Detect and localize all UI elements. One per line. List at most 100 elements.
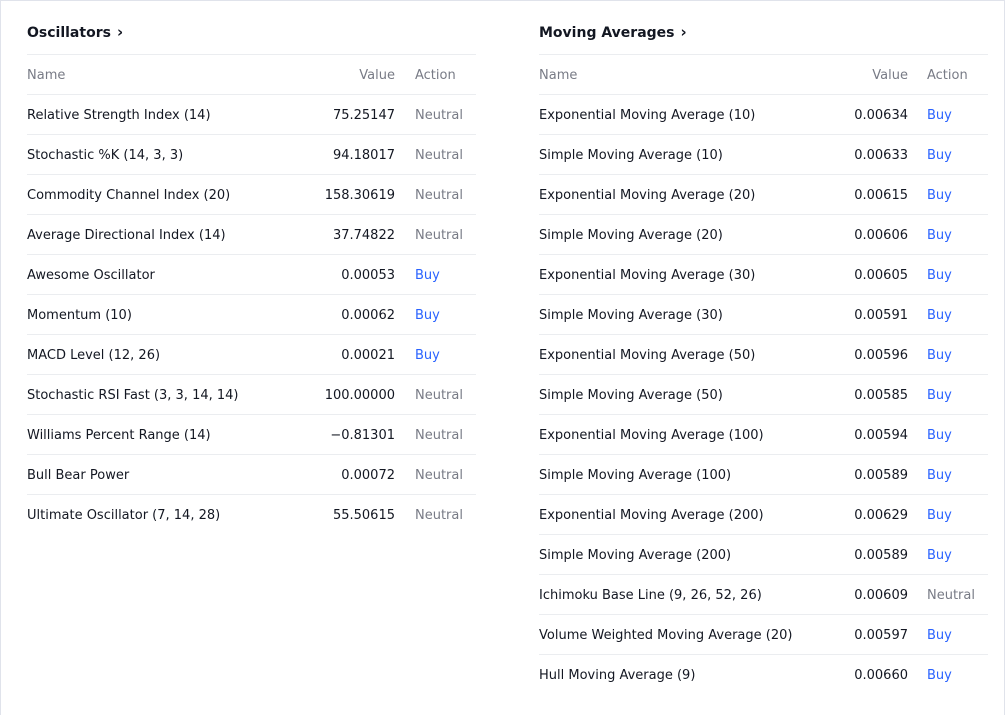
table-row: Average Directional Index (14) 37.74822 Ne…	[27, 215, 476, 255]
table-row: Simple Moving Average (100) 0.00589 Buy	[539, 455, 988, 495]
chevron-right-icon: ›	[680, 23, 687, 41]
indicator-action: Buy	[927, 628, 952, 643]
table-row: Stochastic RSI Fast (3, 3, 14, 14) 100.00…	[27, 375, 476, 415]
table-row: Exponential Moving Average (200) 0.00629 B…	[539, 495, 988, 535]
indicator-action: Buy	[927, 508, 952, 523]
indicator-action: Buy	[927, 308, 952, 323]
indicator-name: Simple Moving Average (10)	[539, 148, 723, 163]
indicator-name: MACD Level (12, 26)	[27, 348, 161, 363]
indicator-value: 158.30619	[324, 188, 395, 203]
table-row: Simple Moving Average (200) 0.00589 Buy	[539, 535, 988, 575]
moving-averages-table-header: Name Value Action	[539, 55, 988, 95]
table-row: Awesome Oscillator 0.00053 Buy	[27, 255, 476, 295]
indicator-action: Neutral	[415, 388, 463, 403]
indicator-value: −0.81301	[330, 428, 395, 443]
indicator-value: 0.00594	[854, 428, 908, 443]
indicator-value: 0.00634	[854, 108, 908, 123]
indicator-name: Exponential Moving Average (100)	[539, 428, 764, 443]
indicator-action: Neutral	[415, 148, 463, 163]
indicator-action: Buy	[927, 268, 952, 283]
indicator-value: 0.00589	[854, 548, 908, 563]
table-row: Williams Percent Range (14) −0.81301 Neutr…	[27, 415, 476, 455]
indicator-name: Ultimate Oscillator (7, 14, 28)	[27, 508, 221, 523]
indicator-action: Neutral	[415, 468, 463, 483]
indicator-name: Ichimoku Base Line (9, 26, 52, 26)	[539, 588, 762, 603]
indicator-action: Neutral	[415, 228, 463, 243]
indicator-action: Buy	[927, 188, 952, 203]
indicator-action: Buy	[927, 548, 952, 563]
table-row: Exponential Moving Average (30) 0.00605 Bu…	[539, 255, 988, 295]
indicator-action: Buy	[927, 428, 952, 443]
indicator-value: 0.00615	[854, 188, 908, 203]
column-header-action: Action	[415, 68, 456, 83]
indicator-value: 0.00609	[854, 588, 908, 603]
table-row: Ultimate Oscillator (7, 14, 28) 55.50615 N…	[27, 495, 476, 535]
indicator-name: Exponential Moving Average (30)	[539, 268, 756, 283]
indicator-name: Exponential Moving Average (200)	[539, 508, 764, 523]
indicator-action: Neutral	[927, 588, 975, 603]
column-header-value: Value	[359, 68, 395, 83]
indicator-name: Relative Strength Index (14)	[27, 108, 211, 123]
moving-averages-table-body: Exponential Moving Average (10) 0.00634 Bu…	[539, 95, 988, 695]
indicator-value: 55.50615	[332, 508, 395, 523]
chevron-right-icon: ›	[116, 23, 124, 41]
indicator-action: Neutral	[415, 188, 463, 203]
indicator-action: Buy	[927, 108, 952, 123]
indicator-action: Buy	[415, 348, 440, 363]
table-row: Exponential Moving Average (100) 0.00594 B…	[539, 415, 988, 455]
indicator-action: Neutral	[415, 108, 463, 123]
indicator-value: 0.00591	[854, 308, 908, 323]
indicator-value: 0.00606	[854, 228, 908, 243]
indicator-value: 0.00660	[854, 668, 908, 683]
indicator-name: Exponential Moving Average (20)	[539, 188, 756, 203]
table-row: Relative Strength Index (14) 75.25147 Neut…	[27, 95, 476, 135]
oscillators-title: Oscillators	[27, 25, 111, 41]
table-row: Exponential Moving Average (50) 0.00596 Bu…	[539, 335, 988, 375]
indicator-value: 0.00062	[341, 308, 395, 323]
indicator-name: Awesome Oscillator	[27, 268, 155, 283]
indicator-name: Simple Moving Average (30)	[539, 308, 723, 323]
indicator-action: Buy	[927, 468, 952, 483]
table-row: Exponential Moving Average (10) 0.00634 Bu…	[539, 95, 988, 135]
indicator-name: Volume Weighted Moving Average (20)	[539, 628, 793, 643]
table-row: Exponential Moving Average (20) 0.00615 Bu…	[539, 175, 988, 215]
indicator-name: Exponential Moving Average (10)	[539, 108, 756, 123]
column-header-action: Action	[927, 68, 968, 83]
oscillators-title-link[interactable]: Oscillators ›	[27, 1, 476, 55]
indicator-value: 75.25147	[332, 108, 395, 123]
indicator-value: 0.00605	[854, 268, 908, 283]
indicator-name: Exponential Moving Average (50)	[539, 348, 756, 363]
indicator-name: Average Directional Index (14)	[27, 228, 226, 243]
oscillators-panel: Oscillators › Name Value Action Relative …	[27, 1, 476, 535]
indicator-action: Buy	[927, 668, 952, 683]
indicator-value: 0.00629	[854, 508, 908, 523]
oscillators-table-header: Name Value Action	[27, 55, 476, 95]
indicator-name: Williams Percent Range (14)	[27, 428, 211, 443]
moving-averages-title-link[interactable]: Moving Averages ›	[539, 1, 988, 55]
indicator-name: Simple Moving Average (200)	[539, 548, 732, 563]
indicator-name: Simple Moving Average (20)	[539, 228, 723, 243]
table-row: MACD Level (12, 26) 0.00021 Buy	[27, 335, 476, 375]
indicator-value: 0.00021	[341, 348, 395, 363]
moving-averages-panel: Moving Averages › Name Value Action Expon…	[539, 1, 988, 695]
indicator-name: Bull Bear Power	[27, 468, 130, 483]
table-row: Simple Moving Average (10) 0.00633 Buy	[539, 135, 988, 175]
indicator-value: 94.18017	[332, 148, 395, 163]
table-row: Stochastic %K (14, 3, 3) 94.18017 Neutral	[27, 135, 476, 175]
indicator-value: 100.00000	[324, 388, 395, 403]
indicator-value: 0.00585	[854, 388, 908, 403]
column-header-name: Name	[539, 68, 578, 83]
indicator-value: 37.74822	[332, 228, 395, 243]
indicator-action: Buy	[927, 388, 952, 403]
indicator-value: 0.00072	[341, 468, 395, 483]
indicator-name: Hull Moving Average (9)	[539, 668, 696, 683]
indicator-name: Commodity Channel Index (20)	[27, 188, 231, 203]
indicator-action: Buy	[415, 268, 440, 283]
technicals-container: Oscillators › Name Value Action Relative …	[0, 0, 1005, 715]
indicator-name: Stochastic %K (14, 3, 3)	[27, 148, 184, 163]
indicator-name: Simple Moving Average (50)	[539, 388, 723, 403]
table-row: Momentum (10) 0.00062 Buy	[27, 295, 476, 335]
table-row: Commodity Channel Index (20) 158.30619 Neu…	[27, 175, 476, 215]
moving-averages-title: Moving Averages	[539, 25, 675, 41]
oscillators-table-body: Relative Strength Index (14) 75.25147 Neut…	[27, 95, 476, 535]
